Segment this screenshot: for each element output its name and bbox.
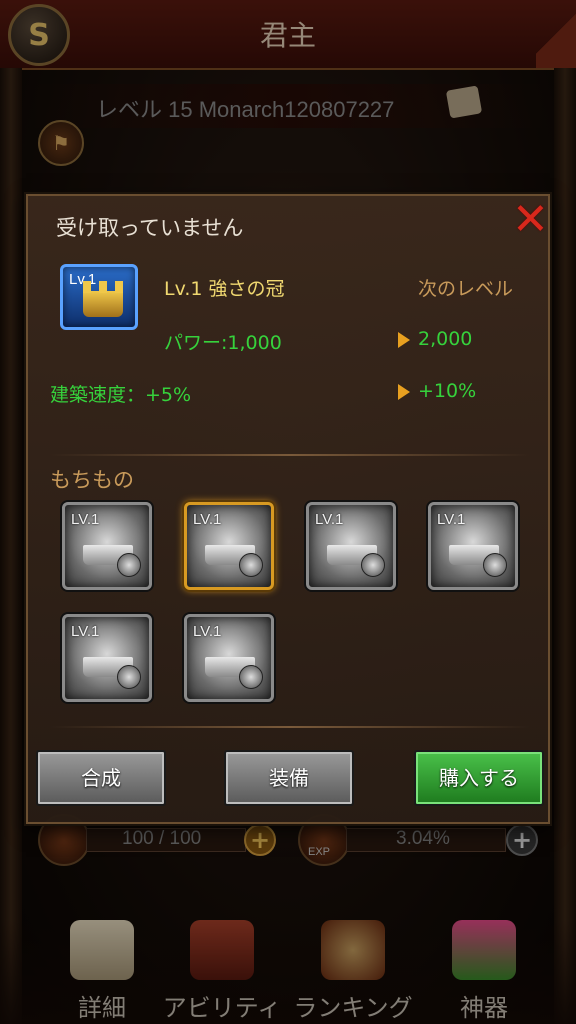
inventory-slot[interactable]: LV.1 <box>184 614 274 702</box>
next-level-label: 次のレベル <box>418 278 514 300</box>
inventory-slot[interactable]: LV.1 <box>306 502 396 590</box>
slot-level: LV.1 <box>71 623 100 640</box>
slot-level: LV.1 <box>315 511 344 528</box>
arrow-right-icon <box>398 332 410 348</box>
slot-level: LV.1 <box>193 623 222 640</box>
inventory-slot[interactable]: LV.1 <box>62 502 152 590</box>
gauntlet-icon <box>117 553 141 577</box>
buy-button[interactable]: 購入する <box>414 750 544 806</box>
slot-level: LV.1 <box>193 511 222 528</box>
inventory-slot[interactable]: LV.1 <box>428 502 518 590</box>
arrow-right-icon <box>398 384 410 400</box>
combine-button[interactable]: 合成 <box>36 750 166 806</box>
divider <box>50 454 530 456</box>
divider <box>50 726 530 728</box>
inventory-title: もちもの <box>50 468 134 492</box>
crown-icon <box>83 281 123 317</box>
power-current: パワー:1,000 <box>164 332 282 354</box>
compass-icon <box>117 665 141 689</box>
inventory-slot[interactable]: LV.1 <box>62 614 152 702</box>
slot-level: LV.1 <box>437 511 466 528</box>
slot-level: LV.1 <box>71 511 100 528</box>
item-name: Lv.1 強さの冠 <box>164 278 285 300</box>
skull-shield-icon <box>239 665 263 689</box>
hammer-icon <box>239 553 263 577</box>
anvil-icon <box>361 553 385 577</box>
close-icon[interactable]: ✕ <box>512 198 549 242</box>
equip-button[interactable]: 装備 <box>224 750 354 806</box>
modal-title: 受け取っていません <box>56 216 244 240</box>
build-speed-current: 建築速度：+5% <box>50 384 192 406</box>
item-icon: Lv.1 <box>60 264 138 330</box>
power-next: 2,000 <box>418 328 473 350</box>
build-speed-next: +10% <box>418 380 477 402</box>
inventory-slot-selected[interactable]: LV.1 <box>184 502 274 590</box>
helmet-icon <box>483 553 507 577</box>
equipment-modal: 受け取っていません ✕ Lv.1 Lv.1 強さの冠 次のレベル パワー:1,0… <box>26 194 550 824</box>
